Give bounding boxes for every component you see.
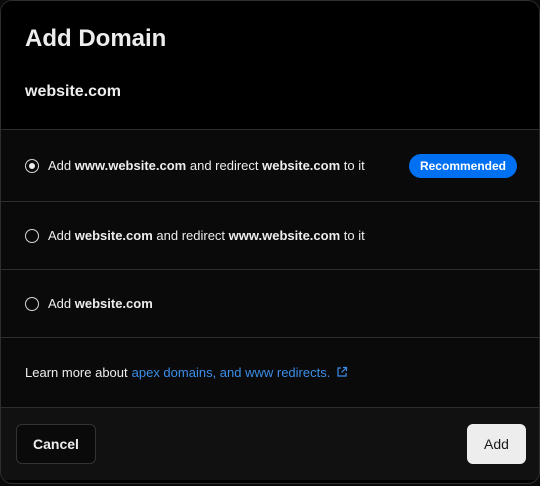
learn-more-link[interactable]: apex domains, and www redirects. xyxy=(132,365,349,381)
learn-more-text: Learn more about xyxy=(25,365,128,380)
learn-more-link-text: apex domains, and www redirects. xyxy=(131,364,331,380)
option-suffix: to it xyxy=(340,228,365,243)
option-apex-only[interactable]: Add website.com xyxy=(1,270,539,338)
option-www-redirect[interactable]: Add www.website.com and redirect website… xyxy=(1,130,539,202)
radio-button-selected[interactable] xyxy=(25,158,39,173)
option-label: Add website.com xyxy=(48,296,153,311)
option-domain-primary: website.com xyxy=(74,296,153,311)
add-button[interactable]: Add xyxy=(467,424,526,464)
option-suffix: to it xyxy=(340,158,365,173)
external-link-icon xyxy=(336,366,348,381)
modal-footer: Cancel Add xyxy=(1,408,539,480)
cancel-button[interactable]: Cancel xyxy=(16,424,96,464)
modal-header: Add Domain website.com xyxy=(1,1,539,130)
option-label: Add website.com and redirect www.website… xyxy=(48,228,365,243)
option-middle: and redirect xyxy=(152,228,229,243)
option-domain-primary: www.website.com xyxy=(74,158,187,173)
option-domain-secondary: www.website.com xyxy=(228,228,341,243)
option-prefix: Add xyxy=(48,296,75,311)
radio-button[interactable] xyxy=(25,296,39,311)
option-label: Add www.website.com and redirect website… xyxy=(48,158,365,173)
option-prefix: Add xyxy=(48,158,75,173)
option-middle: and redirect xyxy=(186,158,263,173)
radio-button[interactable] xyxy=(25,228,39,243)
option-domain-secondary: website.com xyxy=(262,158,341,173)
domain-name: website.com xyxy=(25,83,122,100)
option-prefix: Add xyxy=(48,228,75,243)
recommended-badge: Recommended xyxy=(408,153,517,178)
modal-title: Add Domain xyxy=(25,25,167,52)
add-domain-modal: Add Domain website.com Add www.website.c… xyxy=(0,0,540,484)
learn-more-row: Learn more about apex domains, and www r… xyxy=(1,338,539,408)
option-apex-redirect[interactable]: Add website.com and redirect www.website… xyxy=(1,202,539,270)
radio-dot xyxy=(29,162,35,169)
option-domain-primary: website.com xyxy=(74,228,153,243)
